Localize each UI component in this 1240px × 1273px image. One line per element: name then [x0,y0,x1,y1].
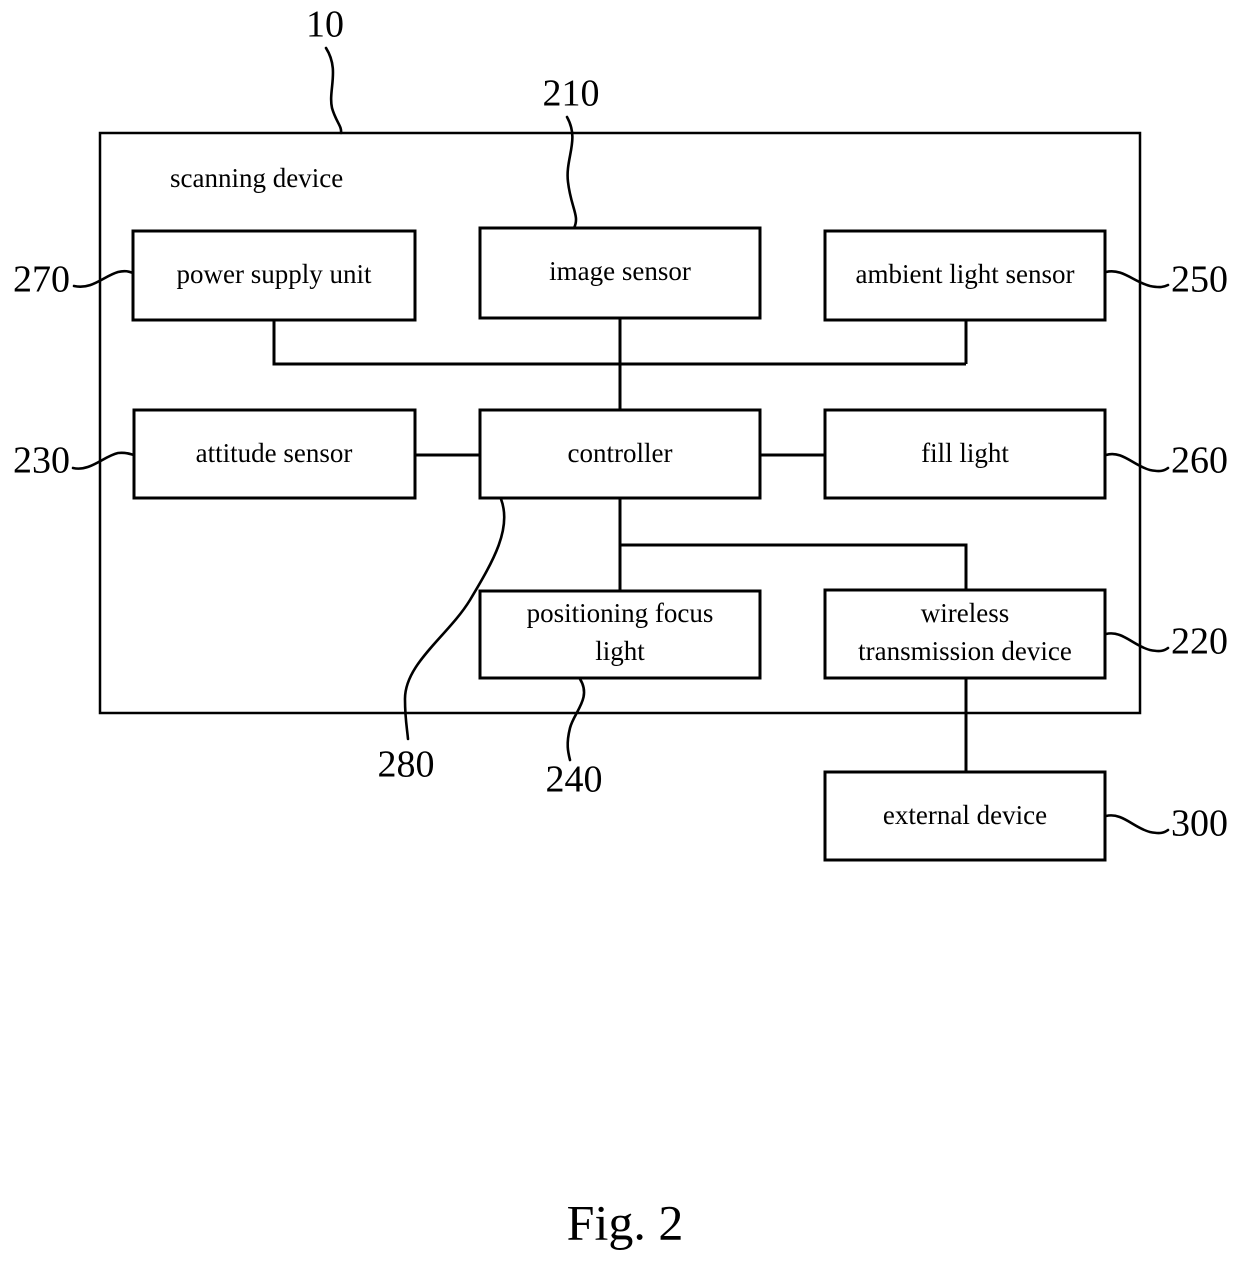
block-label-fill-light: fill light [921,438,1009,468]
leader-line-250 [1104,269,1170,289]
ref-number-230: 230 [13,440,70,482]
block-label-controller: controller [568,438,673,468]
block-label-wireless-transmission-line2: transmission device [858,636,1072,666]
block-label-external-device: external device [883,800,1047,830]
figure-canvas: scanning device power supply unit image … [0,0,1240,1273]
block-label-ambient-light-sensor: ambient light sensor [856,259,1075,289]
block-label-wireless-transmission-line1: wireless [921,598,1009,628]
ref-number-280: 280 [378,744,435,786]
leader-line-10 [324,46,343,135]
block-label-power-supply-unit: power supply unit [177,259,372,289]
block-diagram: scanning device power supply unit image … [13,4,1228,1251]
leader-line-230 [71,451,136,470]
ref-number-10: 10 [306,4,344,46]
scanning-device-label: scanning device [170,163,343,193]
block-label-positioning-focus-light-line2: light [595,636,645,666]
leader-line-270 [72,269,135,289]
ref-number-300: 300 [1171,803,1228,845]
ref-number-240: 240 [546,759,603,801]
block-label-attitude-sensor: attitude sensor [196,438,353,468]
leader-line-260 [1104,452,1170,473]
leader-line-240 [566,677,586,762]
leader-line-300 [1104,814,1170,835]
ref-number-270: 270 [13,259,70,301]
block-label-image-sensor: image sensor [549,256,691,286]
leader-line-220 [1104,632,1170,653]
ref-number-250: 250 [1171,259,1228,301]
ref-number-220: 220 [1171,621,1228,663]
ref-number-260: 260 [1171,440,1228,482]
block-label-positioning-focus-light-line1: positioning focus [527,598,714,628]
figure-caption: Fig. 2 [567,1194,684,1250]
ref-number-210: 210 [543,73,600,115]
connector-controller-to-wireless-transmission [620,543,968,590]
